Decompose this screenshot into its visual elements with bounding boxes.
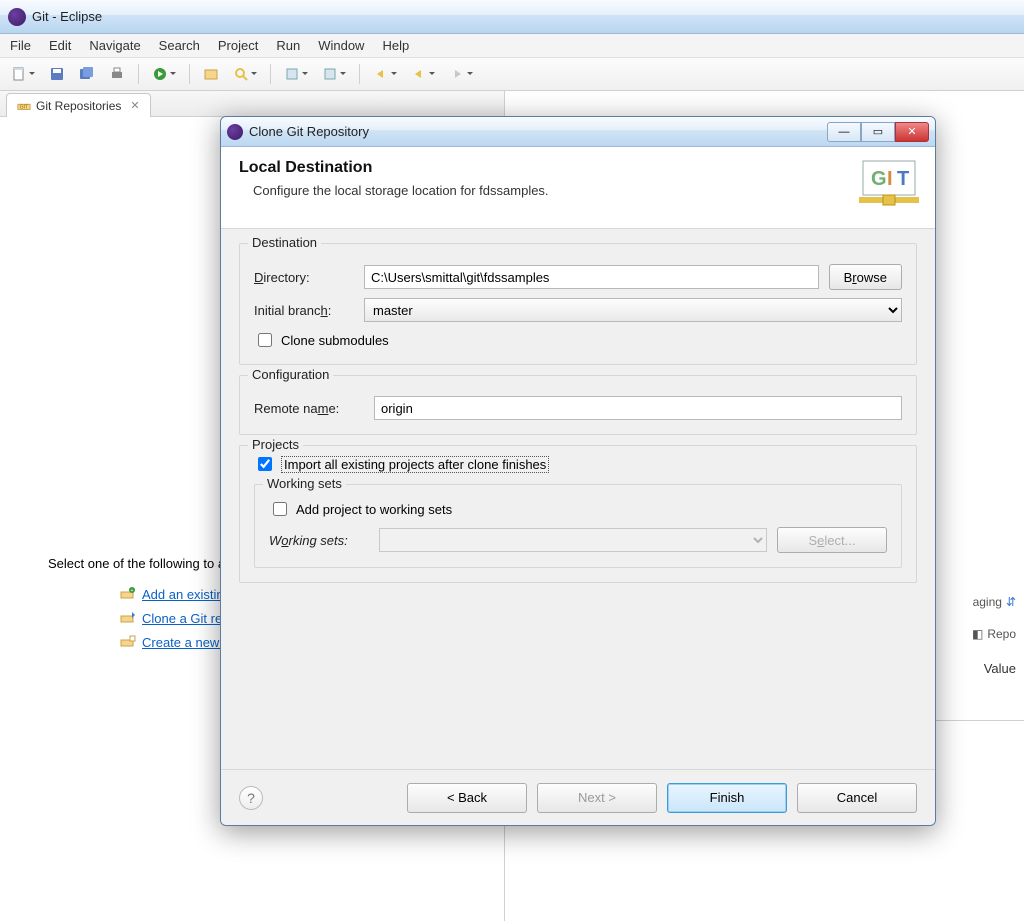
minimize-button[interactable]: — (827, 122, 861, 142)
git-wizard-icon: G I T (857, 157, 921, 213)
clone-submodules-label: Clone submodules (281, 333, 389, 348)
menu-window[interactable]: Window (318, 38, 364, 53)
projects-group: Projects Import all existing projects af… (239, 445, 917, 583)
back-button[interactable]: < Back (407, 783, 527, 813)
svg-text:T: T (897, 168, 909, 190)
svg-text:I: I (887, 168, 893, 190)
add-to-working-sets-label: Add project to working sets (296, 502, 452, 517)
forward-button[interactable] (446, 63, 468, 85)
main-toolbar (0, 58, 1024, 91)
dialog-title: Clone Git Repository (249, 124, 821, 139)
tab-close-icon[interactable]: ✕ (130, 99, 139, 112)
open-type-button[interactable] (200, 63, 222, 85)
save-button[interactable] (46, 63, 68, 85)
projects-group-label: Projects (248, 437, 303, 452)
clone-git-dialog: Clone Git Repository — ▭ ✕ Local Destina… (220, 116, 936, 826)
configuration-group: Configuration Remote name: (239, 375, 917, 435)
value-column-header: Value (984, 661, 1016, 676)
git-repo-icon: GIT (17, 99, 31, 113)
clone-submodules-checkbox[interactable] (258, 333, 272, 347)
svg-text:G: G (871, 168, 887, 190)
import-projects-label: Import all existing projects after clone… (281, 456, 549, 473)
back-button[interactable] (408, 63, 430, 85)
menu-project[interactable]: Project (218, 38, 258, 53)
working-sets-group: Working sets Add project to working sets… (254, 484, 902, 568)
toolbar-separator (270, 64, 271, 84)
menu-search[interactable]: Search (159, 38, 200, 53)
add-to-working-sets-checkbox[interactable] (273, 502, 287, 516)
dialog-subheading: Configure the local storage location for… (253, 183, 917, 198)
remote-name-label: Remote name: (254, 401, 364, 416)
search-button[interactable] (230, 63, 252, 85)
remote-name-input[interactable] (374, 396, 902, 420)
finish-button[interactable]: Finish (667, 783, 787, 813)
eclipse-logo-icon (8, 8, 26, 26)
maximize-button[interactable]: ▭ (861, 122, 895, 142)
annotation-next-button[interactable] (319, 63, 341, 85)
menu-file[interactable]: File (10, 38, 31, 53)
tab-repo-config[interactable]: ◧ Repo (964, 623, 1024, 645)
initial-branch-select[interactable]: master (364, 298, 902, 322)
close-button[interactable]: ✕ (895, 122, 929, 142)
directory-label: Directory: (254, 270, 354, 285)
configuration-group-label: Configuration (248, 367, 333, 382)
menu-edit[interactable]: Edit (49, 38, 71, 53)
select-working-sets-button: Select... (777, 527, 887, 553)
save-all-button[interactable] (76, 63, 98, 85)
dialog-titlebar[interactable]: Clone Git Repository — ▭ ✕ (221, 117, 935, 147)
working-sets-label: Working sets: (269, 533, 369, 548)
cancel-button[interactable]: Cancel (797, 783, 917, 813)
next-button: Next > (537, 783, 657, 813)
eclipse-logo-icon (227, 124, 243, 140)
working-sets-select (379, 528, 767, 552)
new-button[interactable] (8, 63, 30, 85)
svg-text:GIT: GIT (20, 104, 30, 110)
working-sets-group-label: Working sets (263, 476, 346, 491)
menu-run[interactable]: Run (276, 38, 300, 53)
directory-input[interactable] (364, 265, 819, 289)
run-button[interactable] (149, 63, 171, 85)
clone-repo-icon (120, 610, 136, 626)
toolbar-separator (189, 64, 190, 84)
initial-branch-label: Initial branch: (254, 303, 354, 318)
dialog-footer: ? < Back Next > Finish Cancel (221, 769, 935, 825)
menu-navigate[interactable]: Navigate (89, 38, 140, 53)
create-repo-icon (120, 634, 136, 650)
menu-help[interactable]: Help (382, 38, 409, 53)
toolbar-separator (138, 64, 139, 84)
svg-text:+: + (131, 588, 134, 594)
tab-label: Git Repositories (36, 99, 121, 113)
tab-git-repositories[interactable]: GIT Git Repositories ✕ (6, 93, 151, 117)
toolbar-separator (359, 64, 360, 84)
annotation-prev-button[interactable] (281, 63, 303, 85)
menu-bar: File Edit Navigate Search Project Run Wi… (0, 34, 1024, 58)
main-titlebar: Git - Eclipse (0, 0, 1024, 34)
tab-git-staging[interactable]: aging ⇵ (964, 591, 1024, 613)
destination-group: Destination Directory: Browse Initial br… (239, 243, 917, 365)
print-button[interactable] (106, 63, 128, 85)
destination-group-label: Destination (248, 235, 321, 250)
add-repo-icon: + (120, 586, 136, 602)
browse-button[interactable]: Browse (829, 264, 902, 290)
dialog-banner: Local Destination Configure the local st… (221, 147, 935, 229)
help-button[interactable]: ? (239, 786, 263, 810)
window-title: Git - Eclipse (32, 9, 102, 24)
import-projects-checkbox[interactable] (258, 457, 272, 471)
last-edit-button[interactable] (370, 63, 392, 85)
dialog-heading: Local Destination (239, 159, 917, 177)
